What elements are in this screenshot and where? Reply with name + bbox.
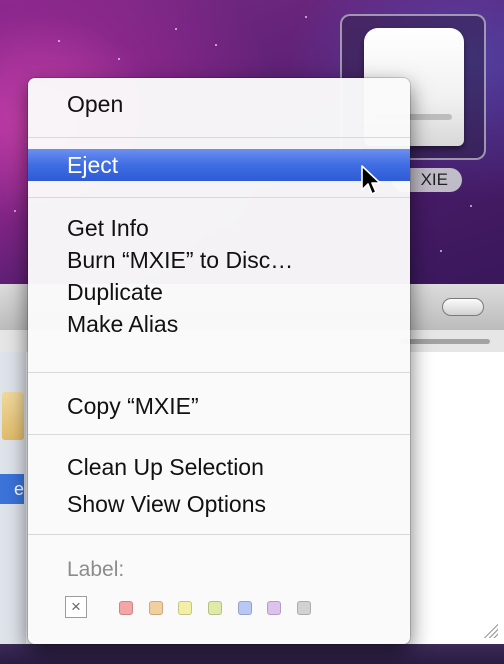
menu-separator	[28, 434, 410, 435]
menu-item-burn-to-disc[interactable]: Burn “MXIE” to Disc…	[28, 244, 410, 276]
label-orange-swatch[interactable]	[149, 601, 163, 615]
toolbar-toggle-button[interactable]	[442, 298, 484, 316]
menu-item-show-view-options[interactable]: Show View Options	[28, 488, 410, 520]
menu-separator	[28, 534, 410, 535]
menu-item-label: Eject	[67, 152, 119, 178]
menu-item-label: Burn “MXIE” to Disc…	[67, 247, 294, 273]
label-purple-swatch[interactable]	[267, 601, 281, 615]
menu-item-label: Duplicate	[67, 279, 163, 305]
star	[470, 205, 472, 207]
menu-item-label: Copy “MXIE”	[67, 393, 199, 419]
menu-item-clean-up-selection[interactable]: Clean Up Selection	[28, 451, 410, 483]
menu-item-label: Make Alias	[67, 311, 179, 337]
finder-sidebar: e	[0, 352, 27, 644]
menu-separator	[28, 372, 410, 373]
star	[440, 250, 442, 252]
menu-item-open[interactable]: Open	[28, 88, 410, 120]
menu-item-label: Open	[67, 91, 124, 117]
star	[215, 44, 217, 46]
mouse-pointer-icon	[361, 165, 381, 195]
menu-item-label: Get Info	[67, 215, 149, 241]
menu-item-eject[interactable]: Eject	[28, 149, 410, 181]
star	[118, 58, 120, 60]
resize-grip-icon[interactable]	[482, 622, 498, 638]
star	[175, 28, 177, 30]
star	[305, 16, 307, 18]
menu-item-copy[interactable]: Copy “MXIE”	[28, 390, 410, 422]
label-blue-swatch[interactable]	[238, 601, 252, 615]
label-green-swatch[interactable]	[208, 601, 222, 615]
context-menu: Open Eject Get Info Burn “MXIE” to Disc……	[28, 78, 410, 644]
menu-item-label: Clean Up Selection	[67, 454, 264, 480]
star	[14, 210, 16, 212]
menu-item-get-info[interactable]: Get Info	[28, 212, 410, 244]
label-heading: Label:	[67, 558, 125, 581]
icon-size-slider[interactable]	[400, 339, 490, 344]
menu-item-label: Show View Options	[67, 491, 267, 517]
menu-item-duplicate[interactable]: Duplicate	[28, 276, 410, 308]
star	[58, 40, 60, 42]
sidebar-item-label: e	[13, 479, 24, 499]
desktop-bottom-strip	[0, 644, 504, 664]
folder-icon[interactable]	[2, 392, 24, 440]
label-yellow-swatch[interactable]	[178, 601, 192, 615]
menu-item-make-alias[interactable]: Make Alias	[28, 308, 410, 340]
label-none-button[interactable]: ×	[65, 596, 87, 618]
menu-separator	[28, 137, 410, 138]
sidebar-item-selected[interactable]: e	[0, 474, 24, 504]
label-red-swatch[interactable]	[119, 601, 133, 615]
label-gray-swatch[interactable]	[297, 601, 311, 615]
menu-separator	[28, 197, 410, 198]
